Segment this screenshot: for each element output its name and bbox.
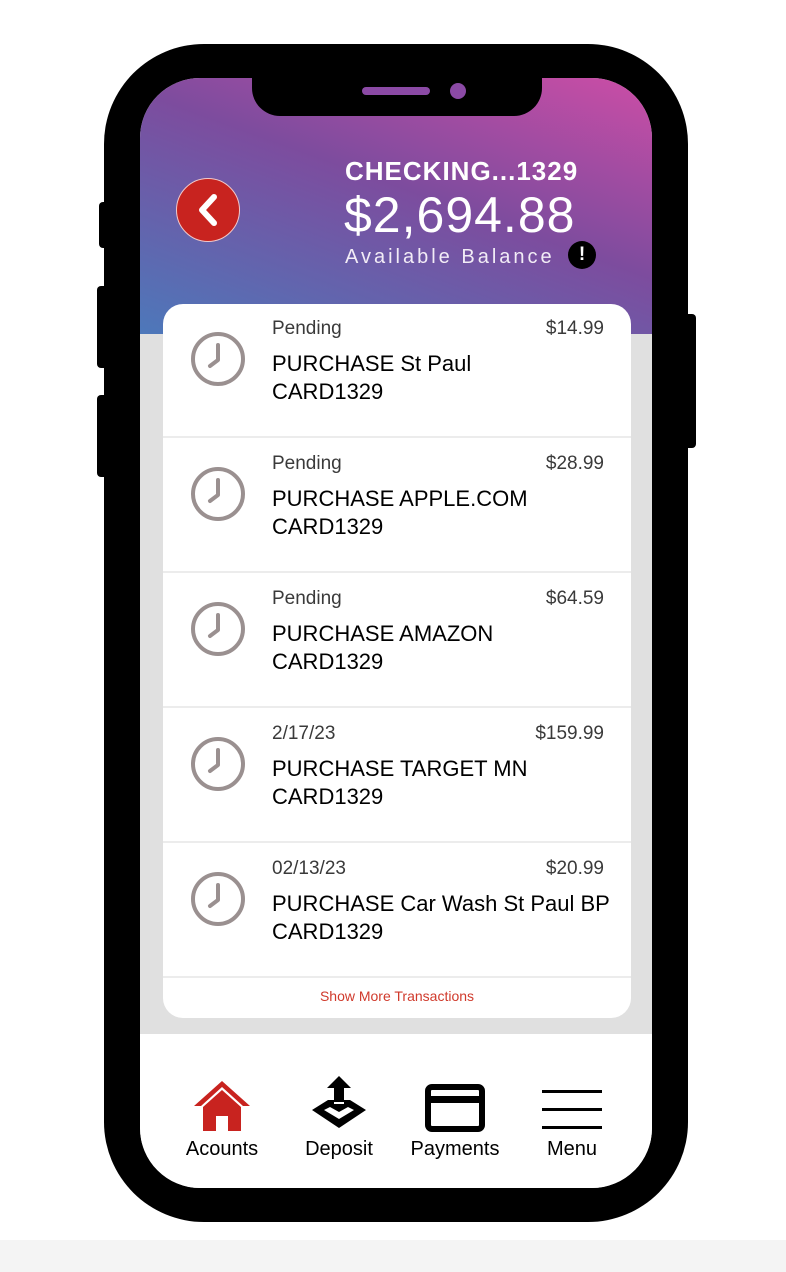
- transaction-merchant: PURCHASE APPLE.COM: [272, 486, 528, 511]
- page-bottom-strip: [0, 1240, 786, 1272]
- transaction-status: 2/17/23: [272, 723, 336, 744]
- transaction-description: PURCHASE APPLE.COM CARD1329: [272, 485, 622, 541]
- transaction-row[interactable]: 2/17/23 $159.99 PURCHASE TARGET MN CARD1329: [163, 709, 631, 843]
- show-more-transactions-link[interactable]: Show More Transactions: [163, 988, 631, 1004]
- clock-icon: [190, 466, 246, 527]
- nav-menu[interactable]: Menu: [514, 1034, 630, 1188]
- transaction-merchant: PURCHASE AMAZON: [272, 621, 494, 646]
- transaction-description: PURCHASE TARGET MN CARD1329: [272, 755, 622, 811]
- transaction-row[interactable]: 02/13/23 $20.99 PURCHASE Car Wash St Paul …: [163, 844, 631, 978]
- transaction-merchant: PURCHASE St Paul: [272, 351, 472, 376]
- nav-menu-label: Menu: [546, 1138, 598, 1160]
- notch-camera: [450, 83, 466, 99]
- transaction-description: PURCHASE AMAZON CARD1329: [272, 620, 622, 676]
- transaction-status: Pending: [272, 453, 342, 474]
- info-alert-icon[interactable]: !: [568, 241, 596, 269]
- account-balance: $2,694.88: [344, 187, 576, 243]
- phone-notch: [252, 78, 542, 116]
- transaction-row[interactable]: Pending $64.59 PURCHASE AMAZON CARD1329: [163, 574, 631, 708]
- clock-icon: [190, 331, 246, 392]
- account-header: CHECKING...1329 $2,694.88 Available Bala…: [140, 78, 652, 334]
- available-balance-label: Available Balance: [345, 246, 555, 268]
- back-button[interactable]: [176, 178, 240, 242]
- transaction-merchant: PURCHASE TARGET MN: [272, 756, 528, 781]
- clock-icon: [190, 736, 246, 797]
- account-title: CHECKING...1329: [345, 156, 579, 186]
- transaction-row[interactable]: Pending $28.99 PURCHASE APPLE.COM CARD1329: [163, 439, 631, 573]
- transaction-card: CARD1329: [272, 919, 384, 944]
- clock-icon: [190, 871, 246, 932]
- credit-card-icon: [397, 1072, 513, 1132]
- transaction-merchant: PURCHASE Car Wash St Paul BP: [272, 891, 610, 916]
- transaction-amount: $28.99: [545, 453, 604, 474]
- transaction-description: PURCHASE Car Wash St Paul BP CARD1329: [272, 890, 622, 946]
- clock-icon: [190, 601, 246, 662]
- transaction-status: Pending: [272, 318, 342, 339]
- transactions-card: Pending $14.99 PURCHASE St Paul CARD1329 Pen…: [163, 304, 631, 1018]
- nav-accounts[interactable]: Acounts: [164, 1034, 280, 1188]
- bottom-nav: Acounts Deposit Payments Menu: [140, 1034, 652, 1188]
- transaction-amount: $14.99: [545, 318, 604, 339]
- transaction-status: 02/13/23: [272, 858, 346, 879]
- transaction-card: CARD1329: [272, 649, 384, 674]
- transaction-row[interactable]: Pending $14.99 PURCHASE St Paul CARD1329: [163, 304, 631, 438]
- nav-accounts-label: Acounts: [185, 1138, 259, 1160]
- transaction-status: Pending: [272, 588, 342, 609]
- transaction-amount: $64.59: [545, 588, 604, 609]
- chevron-left-icon: [199, 194, 217, 226]
- nav-deposit-label: Deposit: [305, 1138, 373, 1160]
- transaction-description: PURCHASE St Paul CARD1329: [272, 350, 622, 406]
- nav-payments[interactable]: Payments: [397, 1034, 513, 1188]
- transaction-amount: $20.99: [545, 858, 604, 879]
- nav-payments-label: Payments: [410, 1138, 500, 1160]
- transaction-card: CARD1329: [272, 379, 384, 404]
- hamburger-menu-icon: [514, 1072, 630, 1132]
- nav-deposit[interactable]: Deposit: [281, 1034, 397, 1188]
- home-icon: [164, 1072, 280, 1132]
- deposit-upload-icon: [281, 1072, 397, 1132]
- transaction-card: CARD1329: [272, 784, 384, 809]
- transaction-amount: $159.99: [535, 723, 604, 744]
- phone-screen: CHECKING...1329 $2,694.88 Available Bala…: [140, 78, 652, 1188]
- transaction-card: CARD1329: [272, 514, 384, 539]
- notch-speaker: [362, 87, 430, 95]
